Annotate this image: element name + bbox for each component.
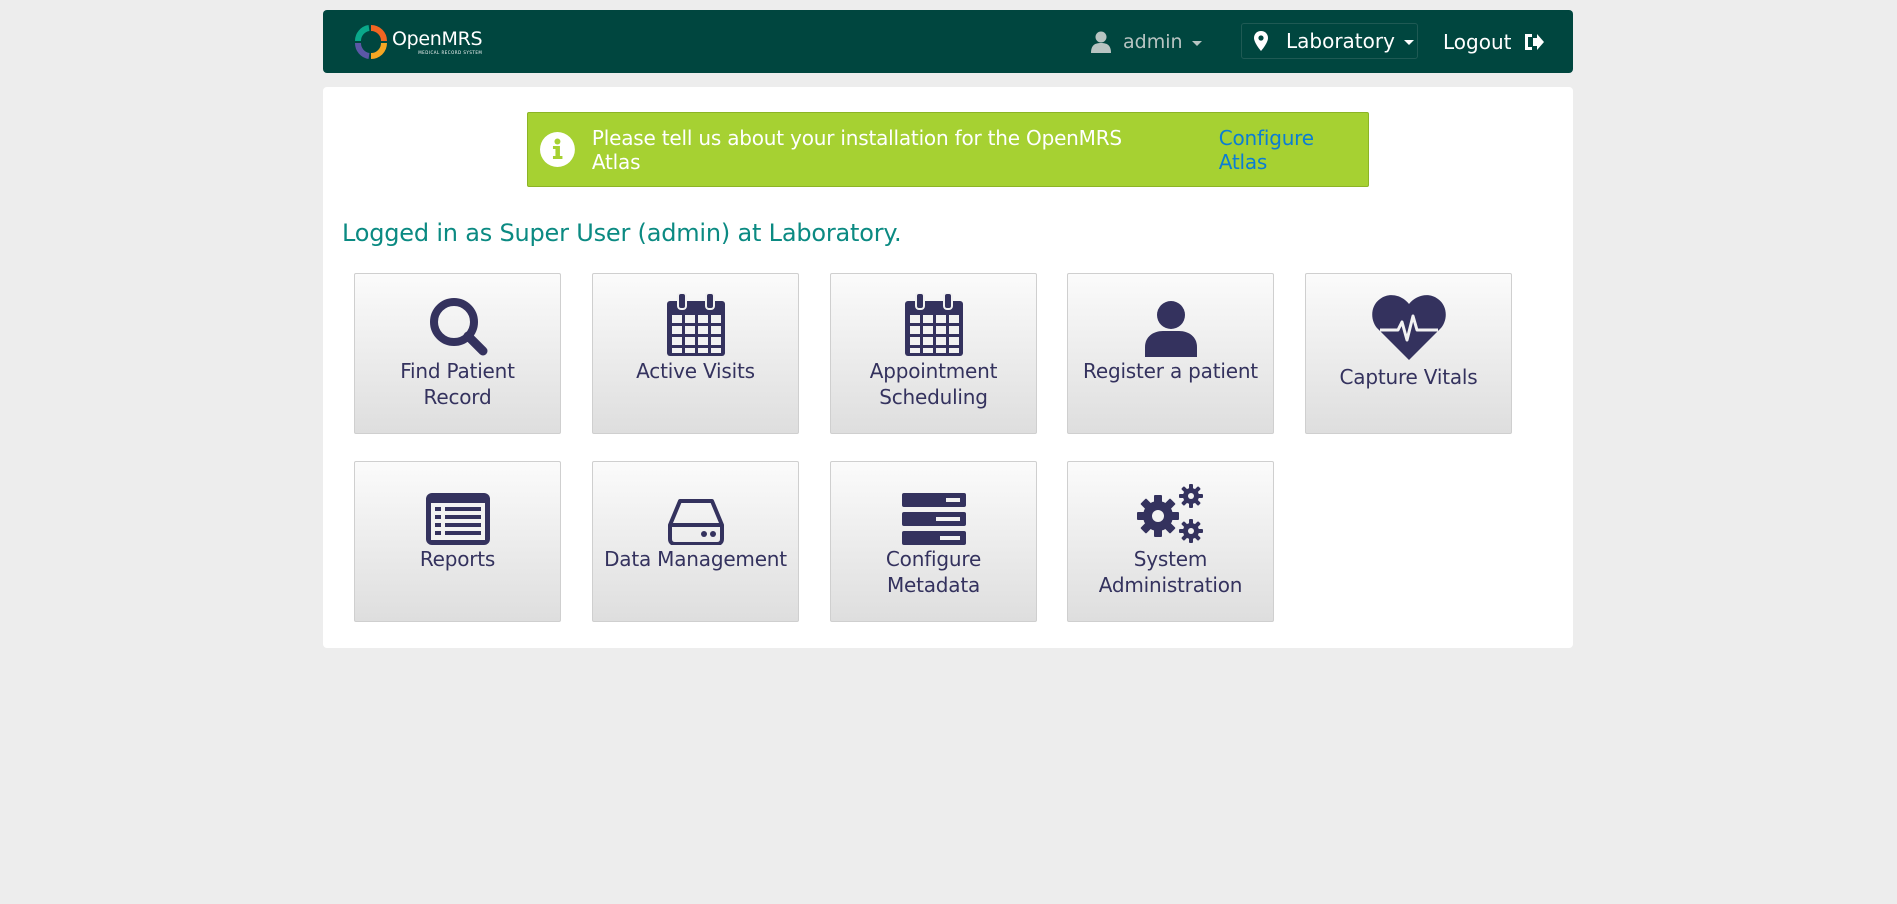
chevron-down-icon — [1191, 41, 1202, 46]
cogs-icon — [1136, 484, 1203, 543]
logo-subtitle: Medical Record System — [418, 49, 483, 55]
user-icon — [1144, 301, 1197, 357]
logout-link[interactable]: Logout — [1443, 28, 1545, 56]
active-visits-tile[interactable]: Active Visits — [592, 273, 799, 434]
user-icon — [1091, 31, 1111, 53]
calendar-icon — [904, 293, 963, 356]
configure-atlas-link[interactable]: Configure Atlas — [1219, 126, 1368, 174]
login-status-message: Logged in as Super User (admin) at Labor… — [342, 219, 902, 247]
calendar-icon — [666, 293, 725, 356]
openmrs-logo[interactable]: OpenMRS Medical Record System — [355, 24, 483, 60]
capture-vitals-tile[interactable]: Capture Vitals — [1305, 273, 1512, 434]
tile-label: Reports — [419, 547, 496, 571]
system-administration-tile[interactable]: System Administration — [1067, 461, 1274, 622]
logout-label: Logout — [1443, 30, 1512, 54]
atlas-banner-message: Please tell us about your installation f… — [591, 125, 1122, 174]
user-menu[interactable]: admin — [1091, 28, 1202, 56]
top-header: OpenMRS Medical Record System admin Labo… — [323, 10, 1573, 73]
find-patient-record-tile[interactable]: Find Patient Record — [354, 273, 561, 434]
atlas-banner: Please tell us about your installation f… — [527, 112, 1369, 187]
tile-label: Capture Vitals — [1339, 365, 1478, 389]
main-content: Please tell us about your installation f… — [323, 87, 1573, 648]
tile-label: Find Patient Record — [400, 359, 515, 409]
tile-label: System Administration — [1098, 547, 1243, 597]
search-icon — [429, 298, 487, 356]
configure-metadata-tile[interactable]: Configure Metadata — [830, 461, 1037, 622]
info-circle-icon — [540, 132, 575, 167]
openmrs-logo-icon — [355, 25, 387, 59]
tile-label: Configure Metadata — [885, 547, 982, 597]
location-menu[interactable]: Laboratory — [1241, 23, 1418, 59]
tile-label: Data Management — [604, 547, 787, 571]
tile-label: Register a patient — [1083, 359, 1258, 383]
logo-name: OpenMRS — [392, 27, 483, 50]
reports-tile[interactable]: Reports — [354, 461, 561, 622]
server-icon — [901, 493, 966, 545]
register-patient-tile[interactable]: Register a patient — [1067, 273, 1274, 434]
heartbeat-icon — [1371, 295, 1446, 360]
hdd-icon — [667, 499, 724, 545]
tile-label: Appointment Scheduling — [869, 359, 998, 409]
sign-out-icon — [1525, 34, 1545, 50]
location-name: Laboratory — [1286, 29, 1395, 53]
tile-label: Active Visits — [636, 359, 755, 383]
map-marker-icon — [1254, 31, 1268, 51]
chevron-down-icon — [1403, 40, 1414, 45]
data-management-tile[interactable]: Data Management — [592, 461, 799, 622]
appointment-scheduling-tile[interactable]: Appointment Scheduling — [830, 273, 1037, 434]
list-alt-icon — [425, 493, 490, 545]
user-name: admin — [1123, 31, 1183, 53]
